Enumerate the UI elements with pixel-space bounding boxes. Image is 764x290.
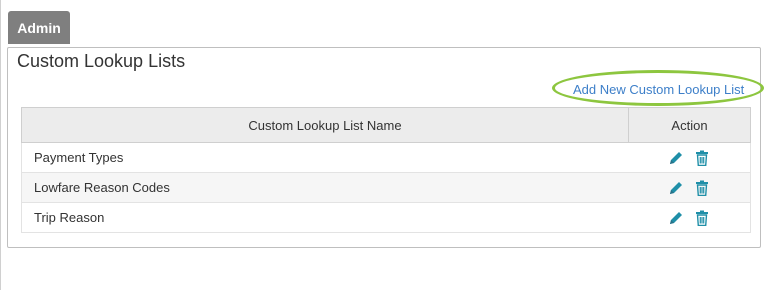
add-custom-lookup-list-link[interactable]: Add New Custom Lookup List: [573, 82, 744, 97]
lookup-list-name: Payment Types: [21, 142, 629, 173]
custom-lookup-panel: Custom Lookup Lists Add New Custom Looku…: [7, 47, 764, 248]
row-actions: [628, 142, 751, 173]
row-actions: [628, 202, 751, 233]
delete-icon[interactable]: [694, 180, 710, 196]
delete-icon[interactable]: [694, 210, 710, 226]
table-row: Trip Reason: [21, 202, 751, 233]
tab-admin[interactable]: Admin: [8, 11, 70, 44]
column-header-name: Custom Lookup List Name: [21, 107, 629, 143]
table-row: Lowfare Reason Codes: [21, 172, 751, 203]
edit-icon[interactable]: [668, 180, 684, 196]
delete-icon[interactable]: [694, 150, 710, 166]
lookup-list-table: Custom Lookup List Name Action Payment T…: [21, 107, 751, 233]
column-header-action: Action: [628, 107, 751, 143]
edit-icon[interactable]: [668, 210, 684, 226]
table-row: Payment Types: [21, 142, 751, 173]
lookup-list-name: Trip Reason: [21, 202, 629, 233]
edit-icon[interactable]: [668, 150, 684, 166]
left-divider: [0, 0, 1, 290]
row-actions: [628, 172, 751, 203]
lookup-list-name: Lowfare Reason Codes: [21, 172, 629, 203]
table-header-row: Custom Lookup List Name Action: [21, 107, 751, 143]
panel-title: Custom Lookup Lists: [17, 51, 186, 71]
